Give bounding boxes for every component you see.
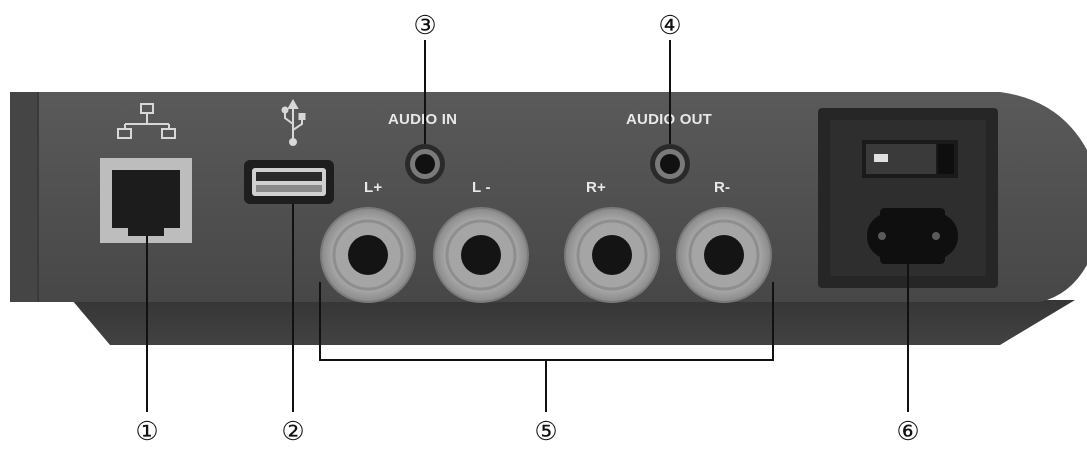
speaker-terminal-l-minus xyxy=(433,207,529,303)
callout-number-4: ④ xyxy=(658,11,681,41)
callout-number-2: ② xyxy=(281,417,304,447)
device-rear-panel-diagram: AUDIO IN AUDIO OUT L+ L - R+ R- ③ ④ ① ② … xyxy=(10,11,1087,447)
usb-port xyxy=(244,160,334,204)
power-switch-icon xyxy=(862,140,958,178)
callout-number-5: ⑤ xyxy=(534,417,557,447)
device-base xyxy=(72,300,1075,345)
device-left-edge xyxy=(10,92,38,302)
speaker-terminal-r-plus xyxy=(564,207,660,303)
audio-in-label: AUDIO IN xyxy=(388,111,457,128)
speaker-terminal-r-minus xyxy=(676,207,772,303)
terminal-label-r-plus: R+ xyxy=(586,179,606,196)
callout-number-6: ⑥ xyxy=(896,417,919,447)
ethernet-port xyxy=(100,158,192,243)
power-inlet xyxy=(867,208,958,264)
terminal-label-r-minus: R- xyxy=(714,179,730,196)
terminal-label-l-plus: L+ xyxy=(364,179,382,196)
audio-out-jack xyxy=(650,144,690,184)
callout-number-1: ① xyxy=(135,417,158,447)
terminal-label-l-minus: L - xyxy=(472,179,491,196)
audio-in-jack xyxy=(405,144,445,184)
speaker-terminal-l-plus xyxy=(320,207,416,303)
audio-out-label: AUDIO OUT xyxy=(626,111,712,128)
callout-number-3: ③ xyxy=(413,11,436,41)
